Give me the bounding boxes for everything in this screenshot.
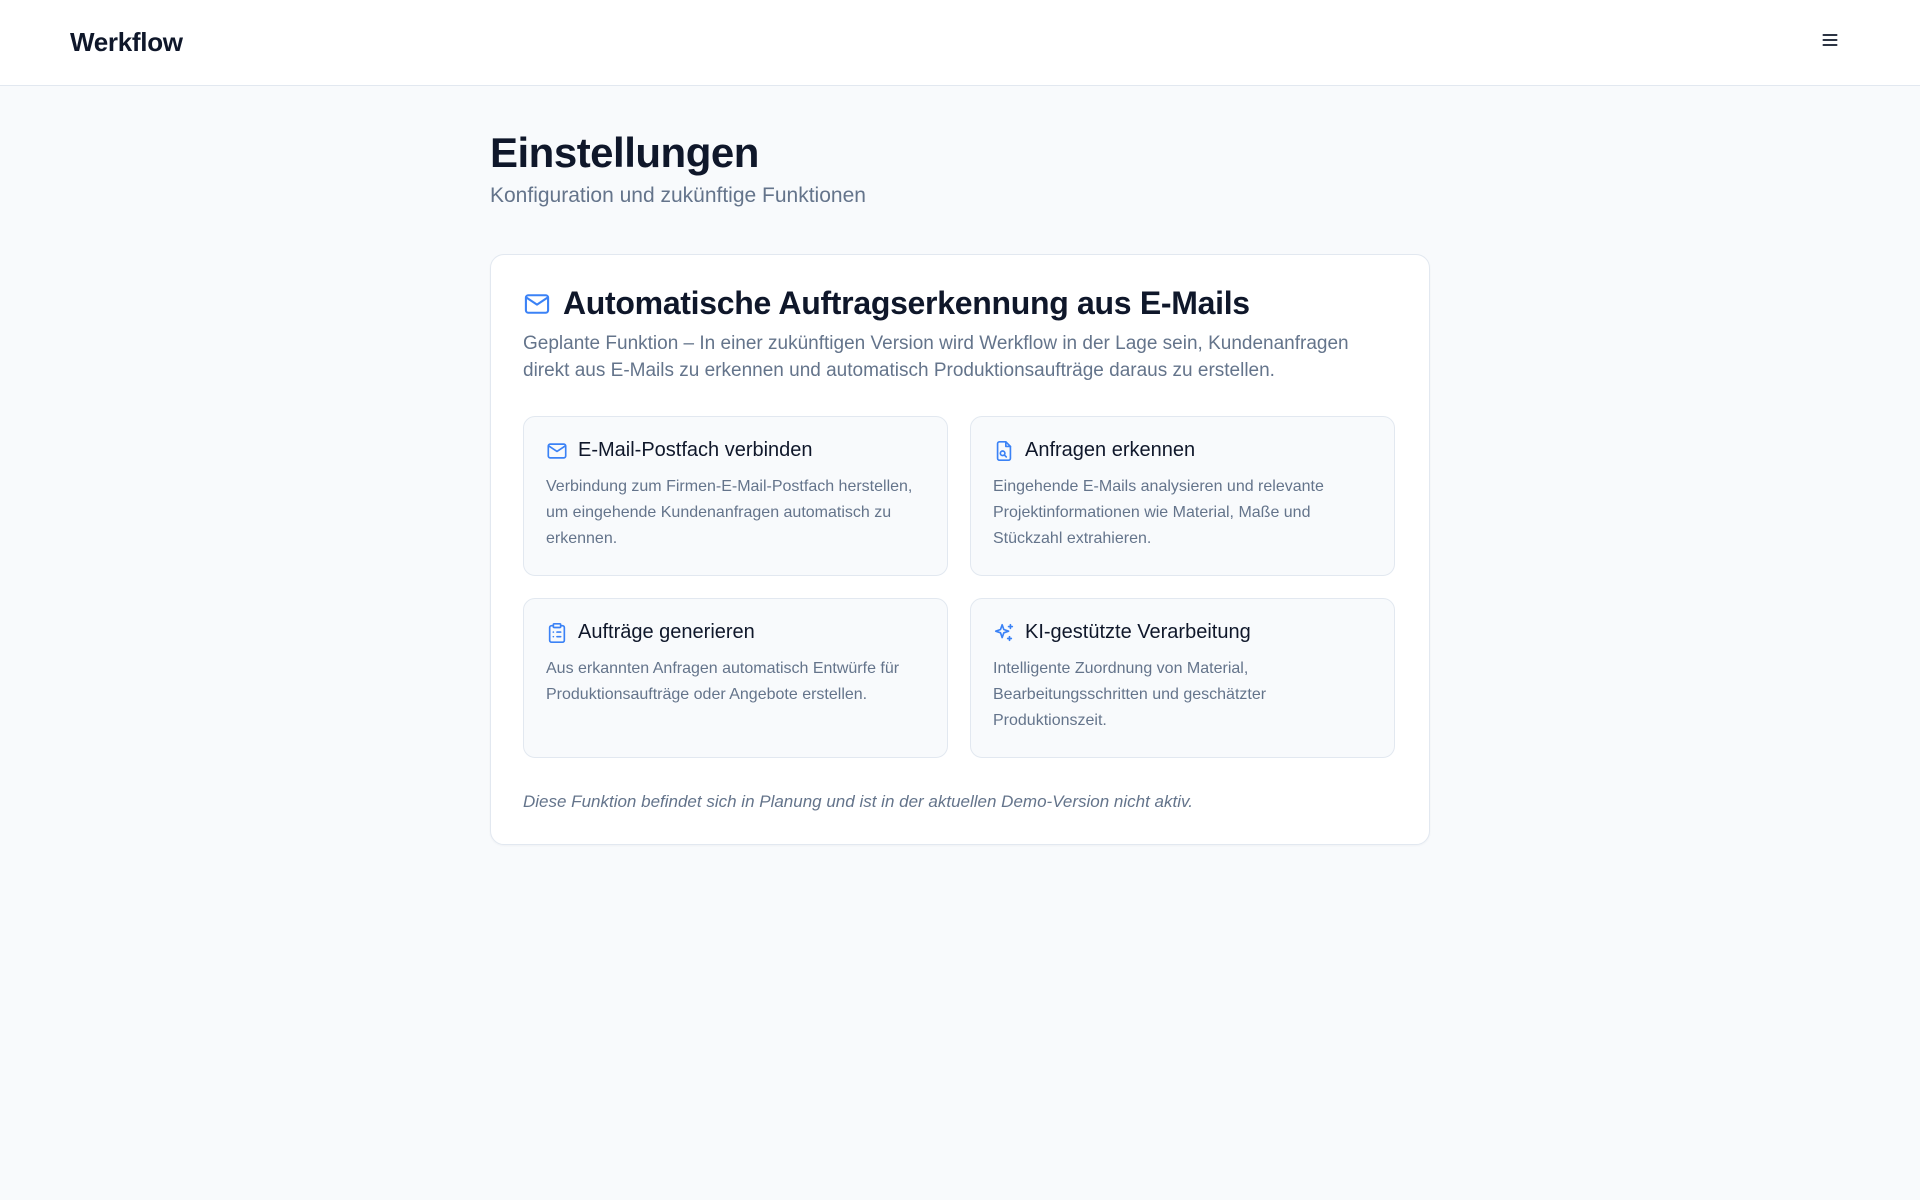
feature-title: E-Mail-Postfach verbinden <box>578 439 813 462</box>
feature-card-detect-requests: Anfragen erkennen Eingehende E-Mails ana… <box>970 416 1395 577</box>
clipboard-list-icon <box>546 622 568 644</box>
card-header: Automatische Auftragserkennung aus E-Mai… <box>523 285 1397 322</box>
mail-icon <box>546 440 568 462</box>
feature-title: KI-gestützte Verarbeitung <box>1025 621 1251 644</box>
file-search-icon <box>993 440 1015 462</box>
main-content: Einstellungen Konfiguration und zukünfti… <box>490 86 1430 846</box>
feature-description: Eingehende E-Mails analysieren und relev… <box>993 478 1324 548</box>
feature-description: Aus erkannten Anfragen automatisch Entwü… <box>546 660 900 704</box>
sparkles-icon <box>993 622 1015 644</box>
menu-icon <box>1820 30 1840 55</box>
menu-button[interactable] <box>1810 23 1850 63</box>
card-description: Geplante Funktion – In einer zukünftigen… <box>523 333 1349 382</box>
feature-description: Verbindung zum Firmen-E-Mail-Postfach he… <box>546 478 913 548</box>
card-title: Automatische Auftragserkennung aus E-Mai… <box>563 285 1250 322</box>
feature-card-mailbox: E-Mail-Postfach verbinden Verbindung zum… <box>523 416 948 577</box>
feature-grid: E-Mail-Postfach verbinden Verbindung zum… <box>523 416 1397 759</box>
feature-header: Aufträge generieren <box>546 621 925 644</box>
mail-icon <box>523 290 551 318</box>
top-navigation-bar: Werkflow <box>0 0 1920 86</box>
feature-title: Anfragen erkennen <box>1025 439 1196 462</box>
feature-header: Anfragen erkennen <box>993 439 1372 462</box>
brand-logo[interactable]: Werkflow <box>70 27 183 58</box>
page-subtitle: Konfiguration und zukünftige Funktionen <box>490 184 866 208</box>
feature-card-ai-processing: KI-gestützte Verarbeitung Intelligente Z… <box>970 598 1395 759</box>
feature-header: KI-gestützte Verarbeitung <box>993 621 1372 644</box>
feature-header: E-Mail-Postfach verbinden <box>546 439 925 462</box>
email-order-detection-card: Automatische Auftragserkennung aus E-Mai… <box>490 254 1430 846</box>
feature-title: Aufträge generieren <box>578 621 755 644</box>
feature-description: Intelligente Zuordnung von Material, Bea… <box>993 660 1267 730</box>
planning-note: Diese Funktion befindet sich in Planung … <box>523 792 1193 812</box>
page-title: Einstellungen <box>490 129 759 176</box>
feature-card-generate-orders: Aufträge generieren Aus erkannten Anfrag… <box>523 598 948 759</box>
